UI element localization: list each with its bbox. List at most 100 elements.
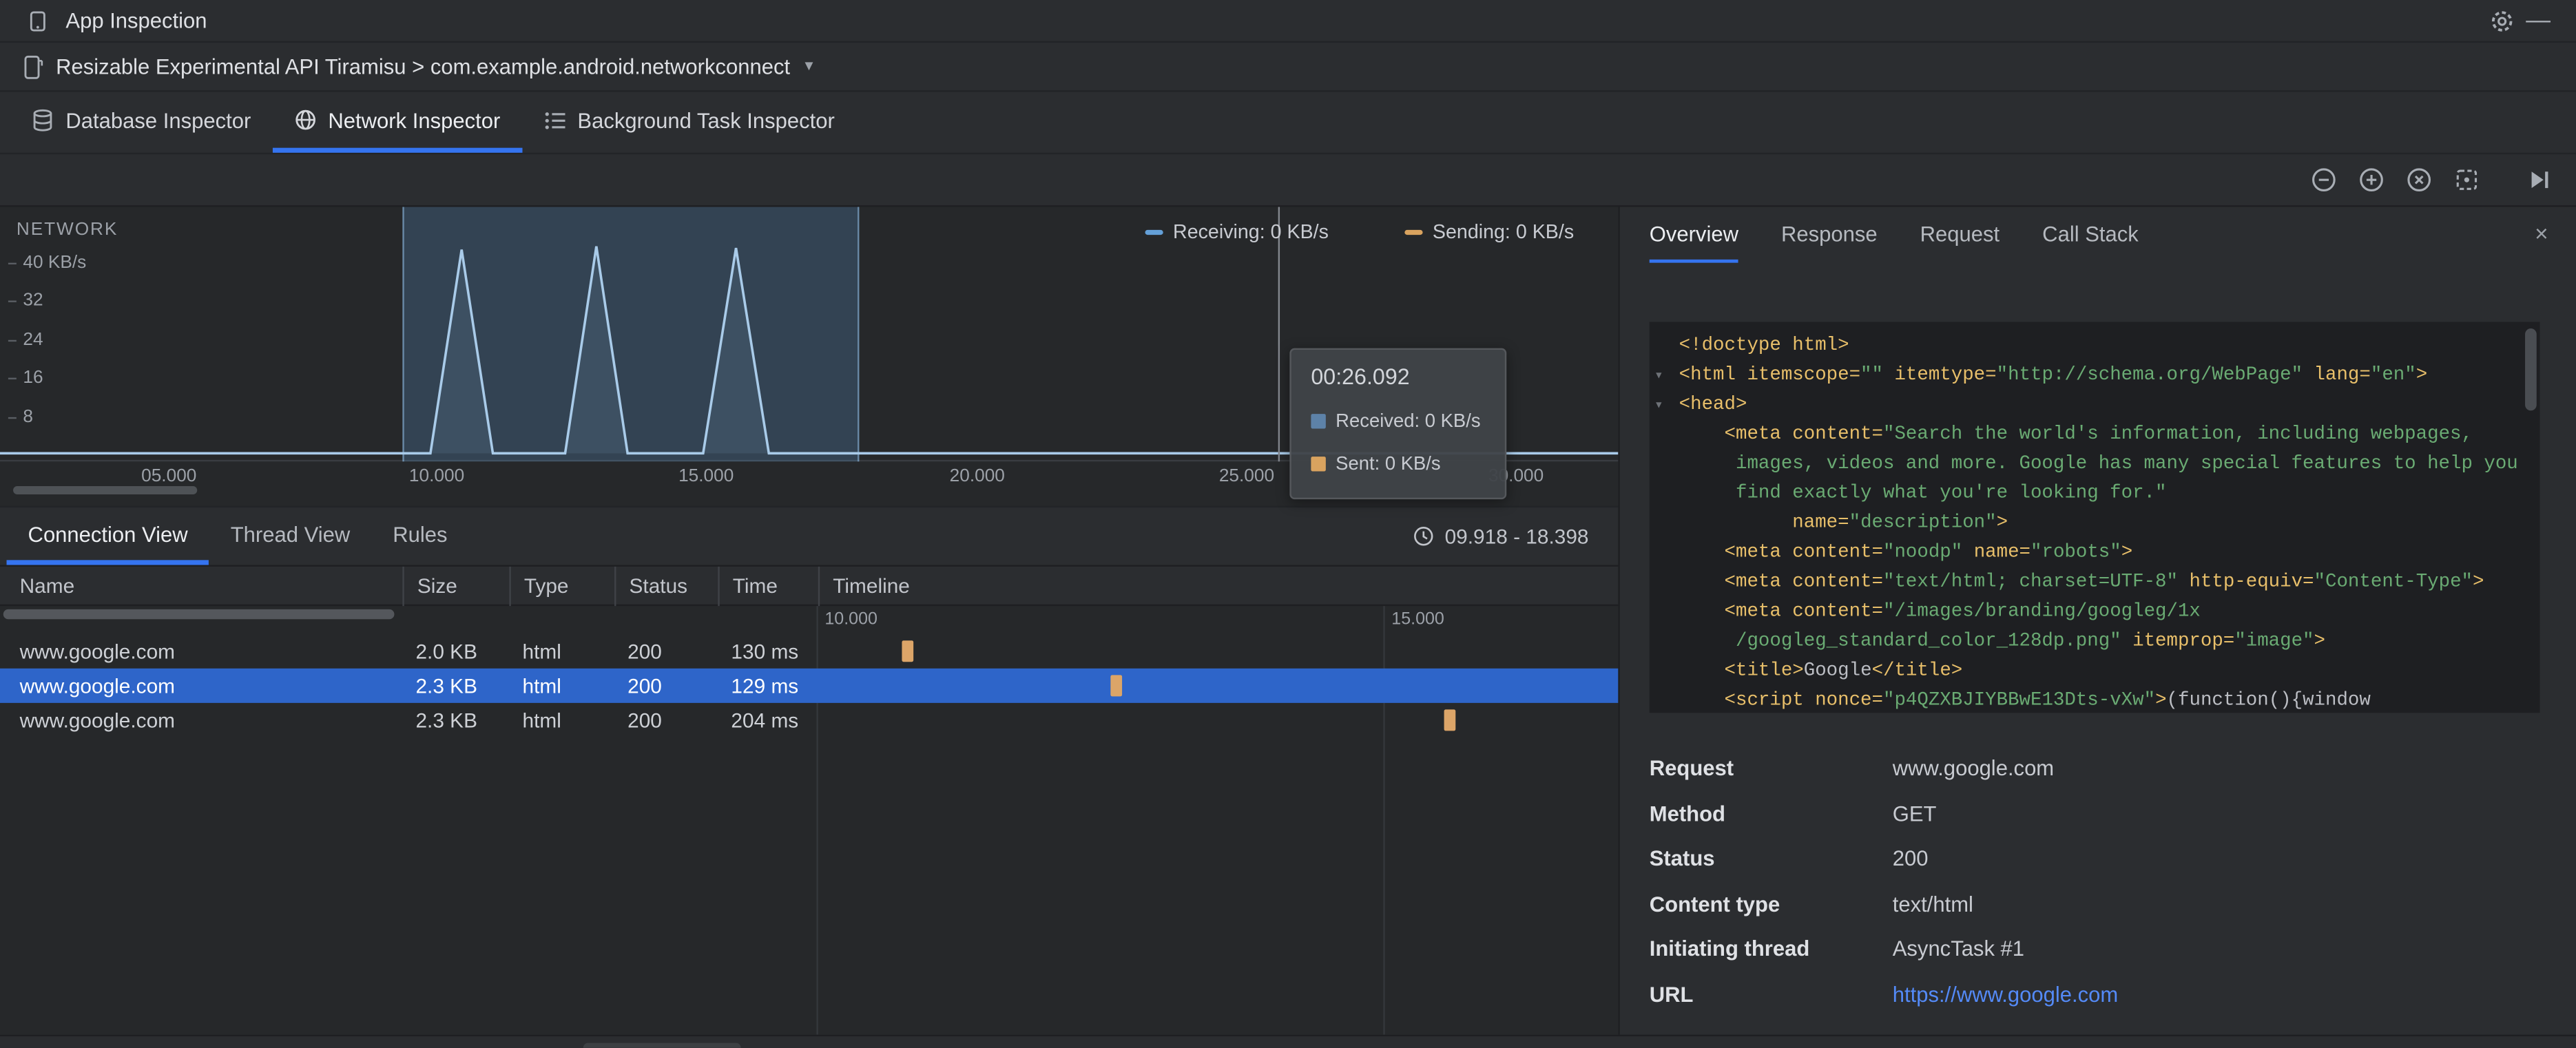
code-line: /googleg_standard_color_128dp.png" itemp… xyxy=(1679,630,2325,652)
code-line: images, videos and more. Google has many… xyxy=(1679,453,2518,475)
go-live-skip-end-icon[interactable] xyxy=(2520,162,2556,198)
cell-time: 130 ms xyxy=(731,640,799,663)
column-header-name[interactable]: Name xyxy=(0,567,402,606)
inspector-tab-bar: Database Inspector Network Inspector Bac… xyxy=(0,92,2576,155)
fold-icon[interactable]: ▾ xyxy=(1654,361,1663,391)
process-selector-bar[interactable]: Resizable Experimental API Tiramisu > co… xyxy=(0,43,2576,92)
tool-window-button-logcat[interactable]: Logcat xyxy=(747,1042,837,1048)
window-title: App Inspection xyxy=(65,8,207,33)
cell-name: www.google.com xyxy=(19,674,176,698)
connection-detail-panel: Overview Response Request Call Stack × ▾… xyxy=(1618,207,2576,1035)
code-line: <script nonce="p4QZXBJIYBBwE13Dts-vXw">(… xyxy=(1679,689,2371,711)
tool-window-button-device-explorer[interactable]: Device Explorer xyxy=(1245,1042,1411,1048)
detail-row-content-type: Content type text/html xyxy=(1650,881,2544,927)
tool-window-button-app-quality-insights[interactable]: App Quality Insights xyxy=(844,1042,1045,1048)
legend-receiving: Receiving: 0 KB/s xyxy=(1145,220,1329,244)
x-axis-tick: 10.000 xyxy=(408,466,465,487)
tab-connection-view[interactable]: Connection View xyxy=(6,507,209,565)
tab-background-task-inspector[interactable]: Background Task Inspector xyxy=(521,92,856,153)
zoom-out-icon[interactable] xyxy=(2305,162,2340,198)
tooltip-sent: Sent: 0 KB/s xyxy=(1336,454,1441,474)
code-line: <meta content="text/html; charset=UTF-8"… xyxy=(1679,572,2484,594)
overview-details: Request www.google.com Method GET Status… xyxy=(1650,746,2544,1017)
tab-label: Network Inspector xyxy=(328,107,501,133)
tool-window-button-run[interactable]: Run xyxy=(185,1042,253,1048)
profiler-toolbar xyxy=(0,154,2576,207)
device-phone-icon xyxy=(20,54,45,80)
code-line: name="description"> xyxy=(1679,512,2008,534)
table-row[interactable]: www.google.com 2.0 KB html 200 130 ms xyxy=(0,634,1618,669)
tab-rules[interactable]: Rules xyxy=(371,507,468,565)
column-header-timeline[interactable]: Timeline xyxy=(818,566,1619,607)
column-header-status[interactable]: Status xyxy=(614,566,718,607)
zoom-in-icon[interactable] xyxy=(2353,162,2389,198)
settings-gear-icon[interactable] xyxy=(2484,3,2520,39)
detail-label: Initiating thread xyxy=(1649,936,1810,961)
tooltip-received: Received: 0 KB/s xyxy=(1336,411,1481,432)
close-icon[interactable]: × xyxy=(2526,218,2556,248)
detail-row-initiating-thread: Initiating thread AsyncTask #1 xyxy=(1650,926,2544,972)
tab-thread-view[interactable]: Thread View xyxy=(209,507,372,565)
cell-status: 200 xyxy=(627,674,662,698)
detail-label: Status xyxy=(1649,846,1715,871)
detail-value: AsyncTask #1 xyxy=(1892,936,2025,961)
reset-zoom-icon[interactable] xyxy=(2400,162,2436,198)
timeline-activity-tick xyxy=(1110,675,1123,697)
tab-call-stack[interactable]: Call Stack xyxy=(2042,207,2139,263)
app-inspection-window: App Inspection — Resizable Experimental … xyxy=(0,0,2576,1048)
x-axis-tick: 15.000 xyxy=(678,466,734,487)
fold-icon[interactable]: ▾ xyxy=(1654,391,1663,421)
network-timeline-chart[interactable]: NETWORK Receiving: 0 KB/s Sending: 0 KB/… xyxy=(0,207,1619,500)
legend-sending-label: Sending: 0 KB/s xyxy=(1432,220,1575,244)
detail-value: www.google.com xyxy=(1892,755,2055,781)
received-swatch xyxy=(1311,414,1326,429)
chevron-down-icon[interactable]: ▾ xyxy=(805,57,813,75)
tool-window-button-terminal[interactable]: Terminal xyxy=(472,1042,576,1048)
tool-window-button-app-inspection[interactable]: App Inspection xyxy=(583,1042,741,1048)
detail-row-url: URL https://www.google.com xyxy=(1650,972,2544,1017)
code-line: <head> xyxy=(1679,394,1747,416)
tool-window-button-version-control[interactable]: Version Control xyxy=(17,1042,178,1048)
tool-window-button-problems[interactable]: Problems xyxy=(353,1042,466,1048)
url-link[interactable]: https://www.google.com xyxy=(1893,982,2118,1007)
column-header-time[interactable]: Time xyxy=(718,566,818,607)
globe-icon xyxy=(293,108,316,131)
tool-window-button-todo[interactable]: TODO xyxy=(259,1042,346,1048)
table-row-selected[interactable]: www.google.com 2.3 KB html 200 129 ms xyxy=(0,668,1619,703)
cell-status: 200 xyxy=(627,640,662,663)
tool-window-button-services[interactable]: Services xyxy=(1051,1042,1156,1048)
detail-tab-bar: Overview Response Request Call Stack xyxy=(1620,207,2576,263)
legend-receiving-label: Receiving: 0 KB/s xyxy=(1173,220,1329,244)
bottom-bar: Version Control Run TODO Problems Terminal Ap… xyxy=(0,1034,2576,1048)
tab-network-inspector[interactable]: Network Inspector xyxy=(272,92,522,153)
range-text: 09.918 - 18.398 xyxy=(1444,525,1589,548)
table-horizontal-scrollbar[interactable] xyxy=(3,609,395,620)
cell-name: www.google.com xyxy=(19,640,176,663)
zoom-to-selection-icon[interactable] xyxy=(2448,162,2484,198)
detail-label: URL xyxy=(1649,981,1694,1007)
column-header-type[interactable]: Type xyxy=(509,566,614,607)
code-line: <!doctype html> xyxy=(1679,335,1849,357)
chart-title: NETWORK xyxy=(16,220,118,240)
response-preview-editor[interactable]: ▾ ▾ <!doctype html> <html itemscope="" it… xyxy=(1649,322,2540,713)
tab-overview[interactable]: Overview xyxy=(1649,207,1738,263)
column-header-size[interactable]: Size xyxy=(402,566,509,607)
connections-table-body: www.google.com 2.0 KB html 200 130 ms ww… xyxy=(0,634,1619,737)
tab-request[interactable]: Request xyxy=(1920,207,1999,263)
tab-response[interactable]: Response xyxy=(1781,207,1878,263)
tool-window-button-build[interactable]: Build xyxy=(1163,1042,1238,1048)
tab-label: Database Inspector xyxy=(65,107,251,133)
tab-database-inspector[interactable]: Database Inspector xyxy=(10,92,272,153)
cell-time: 204 ms xyxy=(731,709,799,732)
cell-size: 2.3 KB xyxy=(415,709,477,732)
y-axis-tick: 16 xyxy=(8,368,43,388)
editor-scrollbar[interactable] xyxy=(2525,328,2537,411)
chart-horizontal-scrollbar[interactable] xyxy=(13,486,198,494)
ruler-label: 15.000 xyxy=(1391,609,1444,629)
detail-row-request: Request www.google.com xyxy=(1650,746,2544,791)
code-line: <meta content="/images/branding/googleg/… xyxy=(1679,600,2201,622)
detail-value: GET xyxy=(1892,801,1937,826)
table-row[interactable]: www.google.com 2.3 KB html 200 204 ms xyxy=(0,703,1618,737)
app-inspection-icon xyxy=(20,3,56,39)
minimize-icon[interactable]: — xyxy=(2520,3,2556,39)
